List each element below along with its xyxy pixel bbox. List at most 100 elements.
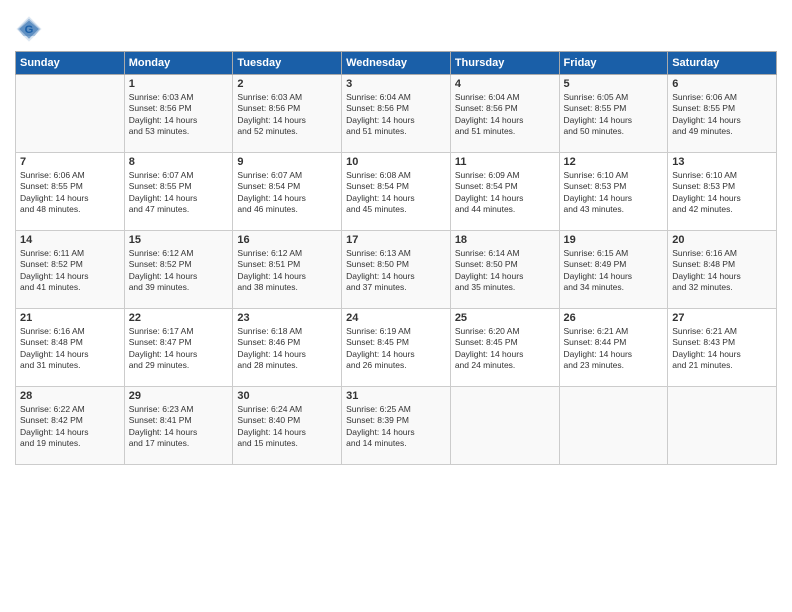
day-cell: 25 Sunrise: 6:20 AMSunset: 8:45 PMDayligh… bbox=[450, 309, 559, 387]
day-number: 30 bbox=[237, 390, 337, 402]
svg-text:G: G bbox=[25, 24, 34, 36]
day-number: 5 bbox=[564, 78, 664, 90]
day-number: 31 bbox=[346, 390, 446, 402]
day-number: 1 bbox=[129, 78, 229, 90]
day-info: Sunrise: 6:13 AMSunset: 8:50 PMDaylight:… bbox=[346, 248, 446, 294]
day-number: 7 bbox=[20, 156, 120, 168]
day-info: Sunrise: 6:16 AMSunset: 8:48 PMDaylight:… bbox=[672, 248, 772, 294]
day-info: Sunrise: 6:04 AMSunset: 8:56 PMDaylight:… bbox=[455, 92, 555, 138]
day-cell: 27 Sunrise: 6:21 AMSunset: 8:43 PMDayligh… bbox=[668, 309, 777, 387]
day-info: Sunrise: 6:25 AMSunset: 8:39 PMDaylight:… bbox=[346, 404, 446, 450]
header-cell-tuesday: Tuesday bbox=[233, 52, 342, 75]
day-info: Sunrise: 6:07 AMSunset: 8:54 PMDaylight:… bbox=[237, 170, 337, 216]
day-info: Sunrise: 6:09 AMSunset: 8:54 PMDaylight:… bbox=[455, 170, 555, 216]
day-cell: 11 Sunrise: 6:09 AMSunset: 8:54 PMDayligh… bbox=[450, 153, 559, 231]
week-row-1: 1 Sunrise: 6:03 AMSunset: 8:56 PMDaylight… bbox=[16, 75, 777, 153]
logo-icon: G bbox=[15, 15, 43, 43]
day-info: Sunrise: 6:03 AMSunset: 8:56 PMDaylight:… bbox=[129, 92, 229, 138]
day-info: Sunrise: 6:05 AMSunset: 8:55 PMDaylight:… bbox=[564, 92, 664, 138]
day-cell: 2Sunrise: 6:03 AMSunset: 8:56 PMDaylight… bbox=[233, 75, 342, 153]
day-number: 9 bbox=[237, 156, 337, 168]
day-cell: 12Sunrise: 6:10 AMSunset: 8:53 PMDayligh… bbox=[559, 153, 668, 231]
day-number: 17 bbox=[346, 234, 446, 246]
day-info: Sunrise: 6:17 AMSunset: 8:47 PMDaylight:… bbox=[129, 326, 229, 372]
day-cell bbox=[559, 387, 668, 465]
day-cell bbox=[16, 75, 125, 153]
day-info: Sunrise: 6:10 AMSunset: 8:53 PMDaylight:… bbox=[672, 170, 772, 216]
day-number: 16 bbox=[237, 234, 337, 246]
day-cell: 21 Sunrise: 6:16 AMSunset: 8:48 PMDayligh… bbox=[16, 309, 125, 387]
day-number: 27 bbox=[672, 312, 772, 324]
header-row: SundayMondayTuesdayWednesdayThursdayFrid… bbox=[16, 52, 777, 75]
header-cell-thursday: Thursday bbox=[450, 52, 559, 75]
day-number: 25 bbox=[455, 312, 555, 324]
week-row-3: 14 Sunrise: 6:11 AMSunset: 8:52 PMDayligh… bbox=[16, 231, 777, 309]
header-cell-monday: Monday bbox=[124, 52, 233, 75]
day-info: Sunrise: 6:06 AMSunset: 8:55 PMDaylight:… bbox=[20, 170, 120, 216]
day-number: 14 bbox=[20, 234, 120, 246]
day-cell: 7 Sunrise: 6:06 AMSunset: 8:55 PMDaylight… bbox=[16, 153, 125, 231]
day-info: Sunrise: 6:21 AMSunset: 8:44 PMDaylight:… bbox=[564, 326, 664, 372]
calendar-table: SundayMondayTuesdayWednesdayThursdayFrid… bbox=[15, 51, 777, 465]
header-cell-friday: Friday bbox=[559, 52, 668, 75]
day-cell: 1 Sunrise: 6:03 AMSunset: 8:56 PMDaylight… bbox=[124, 75, 233, 153]
day-cell: 24 Sunrise: 6:19 AMSunset: 8:45 PMDayligh… bbox=[342, 309, 451, 387]
day-number: 8 bbox=[129, 156, 229, 168]
day-info: Sunrise: 6:04 AMSunset: 8:56 PMDaylight:… bbox=[346, 92, 446, 138]
day-info: Sunrise: 6:08 AMSunset: 8:54 PMDaylight:… bbox=[346, 170, 446, 216]
day-cell: 8 Sunrise: 6:07 AMSunset: 8:55 PMDaylight… bbox=[124, 153, 233, 231]
day-info: Sunrise: 6:21 AMSunset: 8:43 PMDaylight:… bbox=[672, 326, 772, 372]
day-number: 29 bbox=[129, 390, 229, 402]
day-info: Sunrise: 6:16 AMSunset: 8:48 PMDaylight:… bbox=[20, 326, 120, 372]
day-cell: 16 Sunrise: 6:12 AMSunset: 8:51 PMDayligh… bbox=[233, 231, 342, 309]
day-info: Sunrise: 6:18 AMSunset: 8:46 PMDaylight:… bbox=[237, 326, 337, 372]
day-number: 10 bbox=[346, 156, 446, 168]
day-number: 19 bbox=[564, 234, 664, 246]
day-number: 26 bbox=[564, 312, 664, 324]
day-info: Sunrise: 6:03 AMSunset: 8:56 PMDaylight:… bbox=[237, 92, 337, 138]
day-info: Sunrise: 6:14 AMSunset: 8:50 PMDaylight:… bbox=[455, 248, 555, 294]
header-cell-sunday: Sunday bbox=[16, 52, 125, 75]
day-number: 20 bbox=[672, 234, 772, 246]
day-cell: 9 Sunrise: 6:07 AMSunset: 8:54 PMDaylight… bbox=[233, 153, 342, 231]
day-info: Sunrise: 6:12 AMSunset: 8:52 PMDaylight:… bbox=[129, 248, 229, 294]
day-cell: 23Sunrise: 6:18 AMSunset: 8:46 PMDayligh… bbox=[233, 309, 342, 387]
day-number: 15 bbox=[129, 234, 229, 246]
header-cell-saturday: Saturday bbox=[668, 52, 777, 75]
day-cell: 4 Sunrise: 6:04 AMSunset: 8:56 PMDaylight… bbox=[450, 75, 559, 153]
day-number: 21 bbox=[20, 312, 120, 324]
day-cell: 3 Sunrise: 6:04 AMSunset: 8:56 PMDaylight… bbox=[342, 75, 451, 153]
day-info: Sunrise: 6:06 AMSunset: 8:55 PMDaylight:… bbox=[672, 92, 772, 138]
day-number: 6 bbox=[672, 78, 772, 90]
day-info: Sunrise: 6:19 AMSunset: 8:45 PMDaylight:… bbox=[346, 326, 446, 372]
day-info: Sunrise: 6:11 AMSunset: 8:52 PMDaylight:… bbox=[20, 248, 120, 294]
logo: G bbox=[15, 15, 47, 43]
day-cell: 26 Sunrise: 6:21 AMSunset: 8:44 PMDayligh… bbox=[559, 309, 668, 387]
day-info: Sunrise: 6:07 AMSunset: 8:55 PMDaylight:… bbox=[129, 170, 229, 216]
day-cell: 5 Sunrise: 6:05 AMSunset: 8:55 PMDaylight… bbox=[559, 75, 668, 153]
day-number: 3 bbox=[346, 78, 446, 90]
day-number: 4 bbox=[455, 78, 555, 90]
day-cell: 28 Sunrise: 6:22 AMSunset: 8:42 PMDayligh… bbox=[16, 387, 125, 465]
day-number: 13 bbox=[672, 156, 772, 168]
day-cell: 14 Sunrise: 6:11 AMSunset: 8:52 PMDayligh… bbox=[16, 231, 125, 309]
calendar-container: G SundayMondayTuesdayWednesdayThursdayFr… bbox=[0, 0, 792, 612]
day-number: 11 bbox=[455, 156, 555, 168]
day-cell: 10 Sunrise: 6:08 AMSunset: 8:54 PMDayligh… bbox=[342, 153, 451, 231]
header-cell-wednesday: Wednesday bbox=[342, 52, 451, 75]
day-cell bbox=[450, 387, 559, 465]
day-info: Sunrise: 6:24 AMSunset: 8:40 PMDaylight:… bbox=[237, 404, 337, 450]
day-number: 18 bbox=[455, 234, 555, 246]
day-cell: 30 Sunrise: 6:24 AMSunset: 8:40 PMDayligh… bbox=[233, 387, 342, 465]
header: G bbox=[15, 15, 777, 43]
week-row-2: 7 Sunrise: 6:06 AMSunset: 8:55 PMDaylight… bbox=[16, 153, 777, 231]
day-number: 24 bbox=[346, 312, 446, 324]
day-info: Sunrise: 6:15 AMSunset: 8:49 PMDaylight:… bbox=[564, 248, 664, 294]
day-cell: 31 Sunrise: 6:25 AMSunset: 8:39 PMDayligh… bbox=[342, 387, 451, 465]
day-cell: 20 Sunrise: 6:16 AMSunset: 8:48 PMDayligh… bbox=[668, 231, 777, 309]
day-info: Sunrise: 6:22 AMSunset: 8:42 PMDaylight:… bbox=[20, 404, 120, 450]
day-info: Sunrise: 6:12 AMSunset: 8:51 PMDaylight:… bbox=[237, 248, 337, 294]
day-number: 28 bbox=[20, 390, 120, 402]
day-info: Sunrise: 6:23 AMSunset: 8:41 PMDaylight:… bbox=[129, 404, 229, 450]
day-info: Sunrise: 6:20 AMSunset: 8:45 PMDaylight:… bbox=[455, 326, 555, 372]
